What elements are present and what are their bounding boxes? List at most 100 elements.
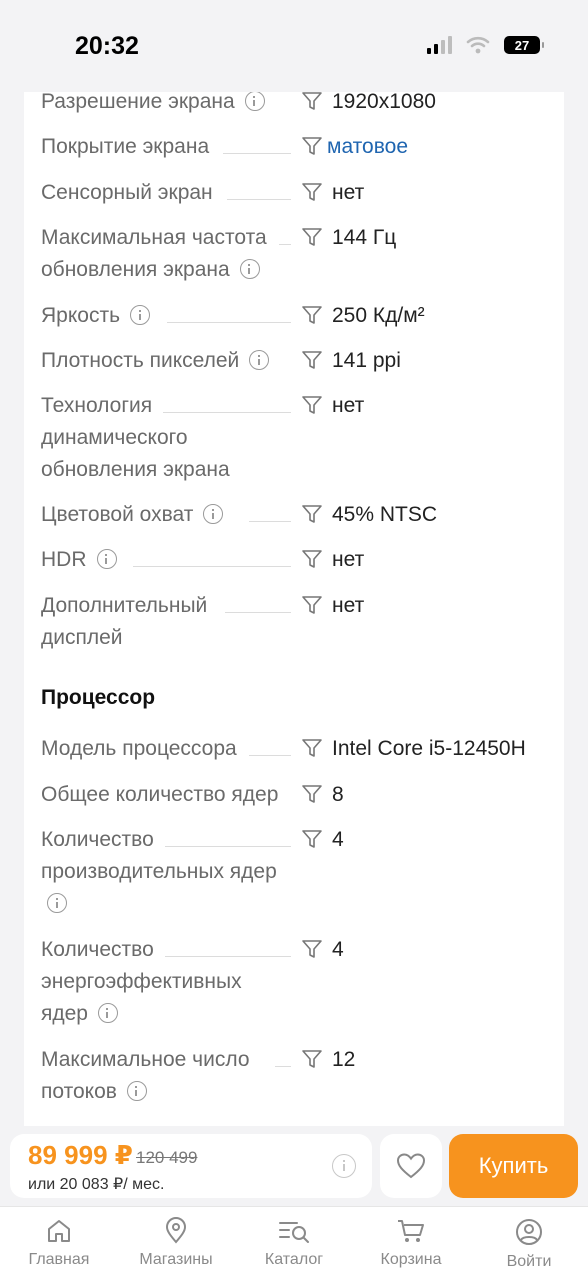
leader-line: [275, 1066, 291, 1067]
leader-line: [167, 322, 291, 323]
leader-line: [165, 846, 291, 847]
tab-label: Корзина: [380, 1251, 442, 1268]
leader-line: [279, 244, 291, 245]
filter-icon[interactable]: [301, 503, 323, 525]
buy-button[interactable]: Купить: [449, 1134, 578, 1198]
spec-value: 4: [332, 938, 344, 961]
leader-line: [225, 612, 291, 613]
old-price: 120 499: [136, 1148, 198, 1167]
spec-name: Плотность пикселей: [41, 345, 291, 377]
home-icon: [48, 1220, 70, 1242]
info-icon[interactable]: [96, 549, 117, 569]
spec-value: 8: [332, 783, 344, 806]
filter-icon[interactable]: [301, 226, 323, 248]
spec-name-label: Разрешение экрана: [41, 92, 235, 113]
spec-name-label: Сенсорный экран: [41, 181, 213, 204]
battery-icon: 27: [504, 36, 544, 54]
spec-name-label: Плотность пикселей: [41, 349, 240, 372]
leader-line: [133, 566, 291, 567]
leader-line: [223, 153, 291, 154]
spec-name-label: Общее количество ядер: [41, 783, 279, 806]
spec-name: Дополнительный дисплей: [41, 590, 241, 654]
info-icon[interactable]: [203, 504, 224, 524]
status-time: 20:32: [75, 32, 139, 60]
tab-cart[interactable]: Корзина: [356, 1217, 466, 1269]
cellular-signal-icon: [427, 36, 452, 54]
spec-name: Яркость: [41, 300, 291, 332]
tab-login[interactable]: Войти: [474, 1217, 584, 1271]
filter-icon[interactable]: [301, 181, 323, 203]
status-bar: 20:32 27: [0, 0, 588, 92]
wifi-icon: [466, 36, 490, 54]
favorite-button[interactable]: [380, 1134, 442, 1198]
spec-value: нет: [332, 394, 365, 417]
spec-name-label: Количество энергоэффективных ядер: [41, 938, 242, 1025]
leader-line: [249, 755, 291, 756]
tab-bar: Главная Магазины Каталог Корзина Войти: [0, 1206, 588, 1281]
status-icons: 27: [427, 36, 544, 54]
filter-icon[interactable]: [301, 594, 323, 616]
filter-icon[interactable]: [301, 349, 323, 371]
filter-icon[interactable]: [301, 1048, 323, 1070]
spec-value: нет: [332, 181, 365, 204]
filter-icon[interactable]: [301, 135, 323, 157]
info-icon[interactable]: [239, 259, 260, 279]
info-icon[interactable]: [244, 92, 265, 111]
filter-icon[interactable]: [301, 828, 323, 850]
filter-icon[interactable]: [301, 394, 323, 416]
spec-name: Количество производительных ядер: [41, 824, 291, 920]
spec-value: 1920x1080: [332, 92, 436, 113]
cart-icon: [398, 1220, 424, 1242]
spec-name-label: Покрытие экрана: [41, 135, 210, 158]
filter-icon[interactable]: [301, 737, 323, 759]
spec-name: Покрытие экрана: [41, 131, 291, 163]
filter-icon[interactable]: [301, 548, 323, 570]
spec-value: 250 Кд/м²: [332, 304, 425, 327]
tab-label: Главная: [28, 1251, 90, 1268]
filter-icon[interactable]: [301, 92, 323, 112]
spec-name: Технология динамического обновления экра…: [41, 390, 251, 486]
spec-value-link[interactable]: матовое: [327, 131, 408, 163]
location-pin-icon: [165, 1217, 187, 1244]
spec-name: Модель процессора: [41, 733, 291, 765]
leader-line: [163, 412, 291, 413]
spec-name-label: Цветовой охват: [41, 503, 194, 526]
spec-name-label: Яркость: [41, 304, 121, 327]
filter-icon[interactable]: [301, 304, 323, 326]
spec-value: нет: [332, 548, 365, 571]
leader-line: [249, 521, 291, 522]
monthly-payment: или 20 083 ₽/ мес.: [28, 1176, 165, 1193]
spec-name: Разрешение экрана: [41, 92, 291, 118]
spec-name: Цветовой охват: [41, 499, 291, 531]
tab-label: Войти: [506, 1253, 552, 1270]
info-icon[interactable]: [332, 1154, 356, 1178]
spec-name-label: Модель процессора: [41, 737, 237, 760]
tab-catalog[interactable]: Каталог: [239, 1217, 349, 1269]
spec-name-label: Технология динамического обновления экра…: [41, 394, 230, 481]
leader-line: [165, 956, 291, 957]
spec-name: Сенсорный экран: [41, 177, 291, 209]
spec-name: HDR: [41, 544, 291, 576]
filter-icon[interactable]: [301, 783, 323, 805]
tab-home[interactable]: Главная: [4, 1217, 114, 1269]
spec-name: Максимальная частота обновления экрана: [41, 222, 291, 286]
tab-label: Каталог: [264, 1251, 324, 1268]
info-icon[interactable]: [97, 1003, 118, 1023]
info-icon[interactable]: [47, 893, 67, 913]
info-icon[interactable]: [130, 305, 151, 325]
heart-icon: [396, 1153, 426, 1179]
spec-value: нет: [332, 594, 365, 617]
spec-value: 4: [332, 828, 344, 851]
spec-value: 45% NTSC: [332, 503, 438, 526]
price-box: 89 999 ₽ 120 499 или 20 083 ₽/ мес.: [10, 1134, 372, 1198]
catalog-search-icon: [279, 1222, 309, 1243]
tab-label: Магазины: [139, 1251, 213, 1268]
spec-name: Количество энергоэффективных ядер: [41, 934, 261, 1030]
tab-stores[interactable]: Магазины: [121, 1217, 231, 1269]
spec-value: Intel Core i5-12450H: [332, 737, 526, 760]
info-icon[interactable]: [126, 1081, 147, 1101]
info-icon[interactable]: [249, 350, 270, 370]
filter-icon[interactable]: [301, 938, 323, 960]
spec-value: 141 ppi: [332, 349, 401, 372]
spec-name: Общее количество ядер: [41, 779, 301, 811]
